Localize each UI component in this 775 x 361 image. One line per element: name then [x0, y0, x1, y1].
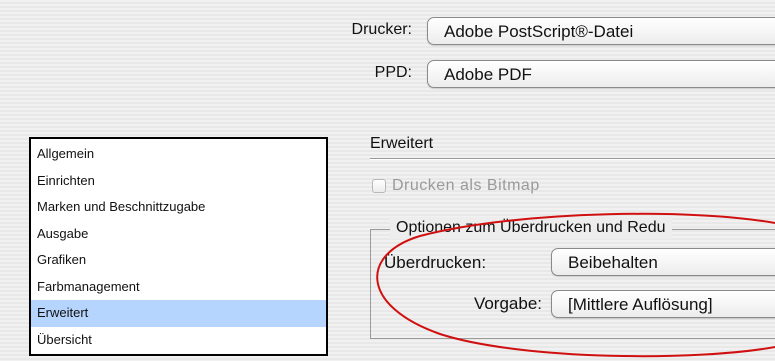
- printer-label: Drucker:: [351, 21, 412, 38]
- print-as-bitmap-checkbox[interactable]: [372, 179, 386, 193]
- overprint-popup[interactable]: Beibehalten: [551, 248, 775, 276]
- overprint-options-group: [370, 229, 775, 339]
- list-item-erweitert[interactable]: Erweitert: [31, 300, 326, 327]
- list-item-farbmanagement[interactable]: Farbmanagement: [31, 274, 326, 301]
- category-list[interactable]: Allgemein Einrichten Marken und Beschnit…: [29, 137, 328, 356]
- list-item-grafiken[interactable]: Grafiken: [31, 247, 326, 274]
- list-item-ausgabe[interactable]: Ausgabe: [31, 221, 326, 248]
- section-title: Erweitert: [370, 135, 434, 152]
- preset-popup[interactable]: [Mittlere Auflösung]: [551, 290, 775, 318]
- print-as-bitmap-label: Drucken als Bitmap: [392, 177, 540, 194]
- list-item-einrichten[interactable]: Einrichten: [31, 168, 326, 195]
- list-item-marken-und-beschnittzugabe[interactable]: Marken und Beschnittzugabe: [31, 194, 326, 221]
- ppd-popup[interactable]: Adobe PDF: [427, 60, 775, 88]
- list-item-allgemein[interactable]: Allgemein: [31, 141, 326, 168]
- preset-label: Vorgabe:: [473, 294, 542, 313]
- overprint-options-title: Optionen zum Überdrucken und Redu: [390, 217, 672, 239]
- printer-popup[interactable]: Adobe PostScript®-Datei: [427, 17, 775, 45]
- section-divider: [370, 158, 775, 160]
- overprint-label: Überdrucken:: [384, 253, 487, 272]
- list-item-uebersicht[interactable]: Übersicht: [31, 327, 326, 354]
- ppd-label: PPD:: [374, 64, 412, 81]
- print-as-bitmap-row: Drucken als Bitmap: [372, 177, 540, 195]
